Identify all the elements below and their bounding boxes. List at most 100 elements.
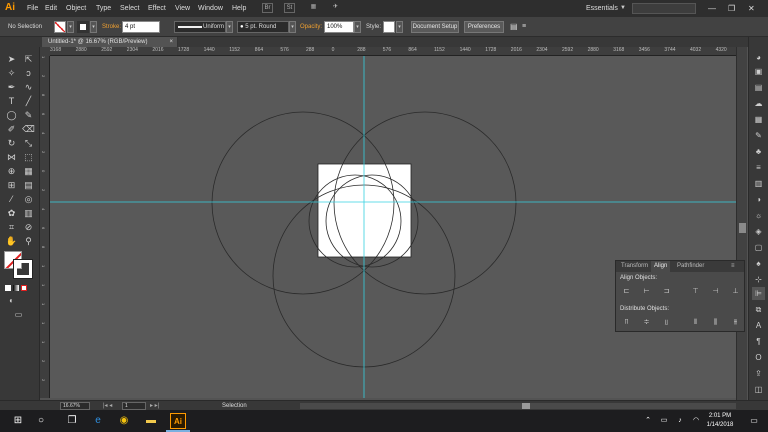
slice-tool-icon[interactable]: ⊘ — [22, 221, 35, 233]
close-icon[interactable]: × — [169, 37, 173, 47]
network-icon[interactable]: ▭ — [656, 413, 672, 429]
workspace-switcher[interactable]: Essentials — [586, 0, 618, 17]
align-horizontal-center-icon[interactable]: ⊢ — [641, 287, 652, 296]
ellipse-tool-icon[interactable]: ◯ — [5, 109, 18, 121]
rotate-tool-icon[interactable]: ↻ — [5, 137, 18, 149]
bridge-icon[interactable]: Br — [262, 3, 273, 13]
close-button[interactable]: ✕ — [748, 0, 755, 17]
edge-browser-icon[interactable]: e — [90, 413, 106, 429]
color-guide-icon[interactable]: ▣ — [752, 65, 765, 78]
align-bottom-icon[interactable]: ⊥ — [730, 287, 741, 296]
distribute-right-icon[interactable]: ⫵ — [730, 318, 741, 327]
brushes-icon[interactable]: ✎ — [752, 129, 765, 142]
search-stock-input[interactable] — [632, 3, 696, 14]
restore-button[interactable]: ❐ — [728, 0, 735, 17]
color-mode-icon[interactable] — [5, 285, 11, 291]
distribute-vertical-center-icon[interactable]: ≑ — [641, 318, 652, 327]
swatches-icon[interactable]: ▦ — [752, 113, 765, 126]
horizontal-ruler[interactable]: 3168 2880 2592 2304 2016 1728 1440 1152 864 576 28… — [50, 47, 736, 56]
graphic-style-swatch[interactable] — [383, 21, 395, 33]
selection-tool-icon[interactable]: ➤ — [5, 53, 18, 65]
fill-swatch[interactable] — [54, 21, 66, 33]
align-right-icon[interactable]: ⊐ — [661, 287, 672, 296]
gradient-tool-icon[interactable]: ▤ — [22, 179, 35, 191]
tab-transform[interactable]: Transform — [618, 261, 651, 272]
perspective-grid-tool-icon[interactable]: ▦ — [22, 165, 35, 177]
brush-dropdown[interactable]: ▾ — [289, 21, 296, 33]
eyedropper-tool-icon[interactable]: ⁄ — [5, 193, 18, 205]
vertical-ruler[interactable]: 1 2 8 6 4 2 0 2 4 6 8 1 1 1 1 1 2 2 — [40, 56, 50, 398]
drawing-mode-icon[interactable]: ◐ — [5, 295, 18, 307]
menu-file[interactable]: File — [27, 0, 38, 17]
asset-export-icon[interactable]: ⇪ — [752, 367, 765, 380]
symbols-icon[interactable]: ♣ — [752, 145, 765, 158]
opentype-icon[interactable]: O — [752, 351, 765, 364]
column-graph-tool-icon[interactable]: ▥ — [22, 207, 35, 219]
align-top-icon[interactable]: ⊤ — [690, 287, 701, 296]
distribute-top-icon[interactable]: ⫪ — [621, 318, 632, 327]
transparency-icon[interactable]: ◑ — [752, 193, 765, 206]
menu-window[interactable]: Window — [198, 0, 223, 17]
stroke-weight-field[interactable]: 4 pt — [122, 21, 160, 33]
windows-start-icon[interactable]: ⊞ — [10, 413, 26, 429]
people-icon[interactable]: ⌃ — [640, 413, 656, 429]
screen-mode-icon[interactable]: ▭ — [12, 309, 25, 321]
chevron-down-icon[interactable]: ▼ — [620, 0, 626, 17]
blend-tool-icon[interactable]: ◎ — [22, 193, 35, 205]
artboard-tool-icon[interactable]: ⌗ — [5, 221, 18, 233]
preferences-button[interactable]: Preferences — [464, 21, 504, 33]
menu-object[interactable]: Object — [66, 0, 86, 17]
stroke-swatch[interactable] — [77, 21, 89, 33]
direct-selection-tool-icon[interactable]: ⇱ — [22, 53, 35, 65]
hand-tool-icon[interactable]: ✋ — [5, 235, 18, 247]
color-panel-icon[interactable]: ◕ — [752, 51, 765, 64]
stock-icon[interactable]: St — [284, 3, 295, 13]
shape-builder-tool-icon[interactable]: ⊕ — [5, 165, 18, 177]
free-transform-tool-icon[interactable]: ⬚ — [22, 151, 35, 163]
variable-width-profile[interactable]: Uniform — [174, 21, 226, 33]
graphic-styles-icon[interactable]: ◈ — [752, 225, 765, 238]
ruler-origin[interactable] — [40, 47, 50, 56]
gpu-performance-icon[interactable]: ✈ — [330, 3, 341, 13]
align-panel-icon[interactable]: ⊫ — [752, 287, 765, 300]
tab-pathfinder[interactable]: Pathfinder — [674, 261, 707, 272]
width-tool-icon[interactable]: ⋈ — [5, 151, 18, 163]
system-clock[interactable]: 2:01 PM 1/14/2018 — [702, 412, 738, 430]
stroke-dropdown[interactable]: ▾ — [90, 21, 97, 33]
fill-dropdown[interactable]: ▾ — [67, 21, 74, 33]
zoom-tool-icon[interactable]: ⚲ — [22, 235, 35, 247]
artboard-number-field[interactable]: 1 — [122, 402, 146, 410]
opacity-label[interactable]: Opacity: — [300, 17, 322, 37]
panel-menu-icon[interactable]: ≡ — [522, 17, 526, 37]
transform-icon[interactable]: ⊹ — [752, 273, 765, 286]
canvas[interactable] — [50, 56, 736, 398]
layers-icon[interactable]: ♠ — [752, 257, 765, 270]
stroke-label[interactable]: Stroke: — [102, 17, 121, 37]
scroll-icon[interactable]: ▢ — [752, 241, 765, 254]
opacity-dropdown[interactable]: ▾ — [354, 21, 361, 33]
distribute-bottom-icon[interactable]: ⫫ — [661, 318, 672, 327]
brush-definition[interactable]: ● 5 pt. Round — [237, 21, 289, 33]
pathfinder-icon[interactable]: ⧉ — [752, 303, 765, 316]
gradient-mode-icon[interactable] — [13, 285, 19, 291]
stroke-color-icon[interactable] — [13, 259, 33, 279]
panel-menu-icon[interactable]: ≡ — [728, 261, 738, 272]
arrange-icon[interactable]: ▤ — [510, 17, 518, 37]
paintbrush-tool-icon[interactable]: ✎ — [22, 109, 35, 121]
task-view-icon[interactable]: ❐ — [64, 413, 80, 429]
notifications-icon[interactable]: ▭ — [746, 413, 762, 429]
menu-type[interactable]: Type — [96, 0, 111, 17]
character-icon[interactable]: A — [752, 319, 765, 332]
appearance-icon[interactable]: ☼ — [752, 209, 765, 222]
eraser-tool-icon[interactable]: ⌫ — [22, 123, 35, 135]
vertical-scrollbar[interactable] — [736, 47, 747, 400]
none-mode-icon[interactable] — [21, 285, 27, 291]
type-tool-icon[interactable]: T — [5, 95, 18, 107]
align-vertical-center-icon[interactable]: ⊣ — [710, 287, 721, 296]
libraries-icon[interactable]: ☁ — [752, 97, 765, 110]
menu-edit[interactable]: Edit — [45, 0, 57, 17]
align-left-icon[interactable]: ⊏ — [621, 287, 632, 296]
artboards-icon[interactable]: ◫ — [752, 383, 765, 396]
horizontal-scroll-thumb[interactable] — [522, 403, 530, 409]
menu-view[interactable]: View — [175, 0, 190, 17]
